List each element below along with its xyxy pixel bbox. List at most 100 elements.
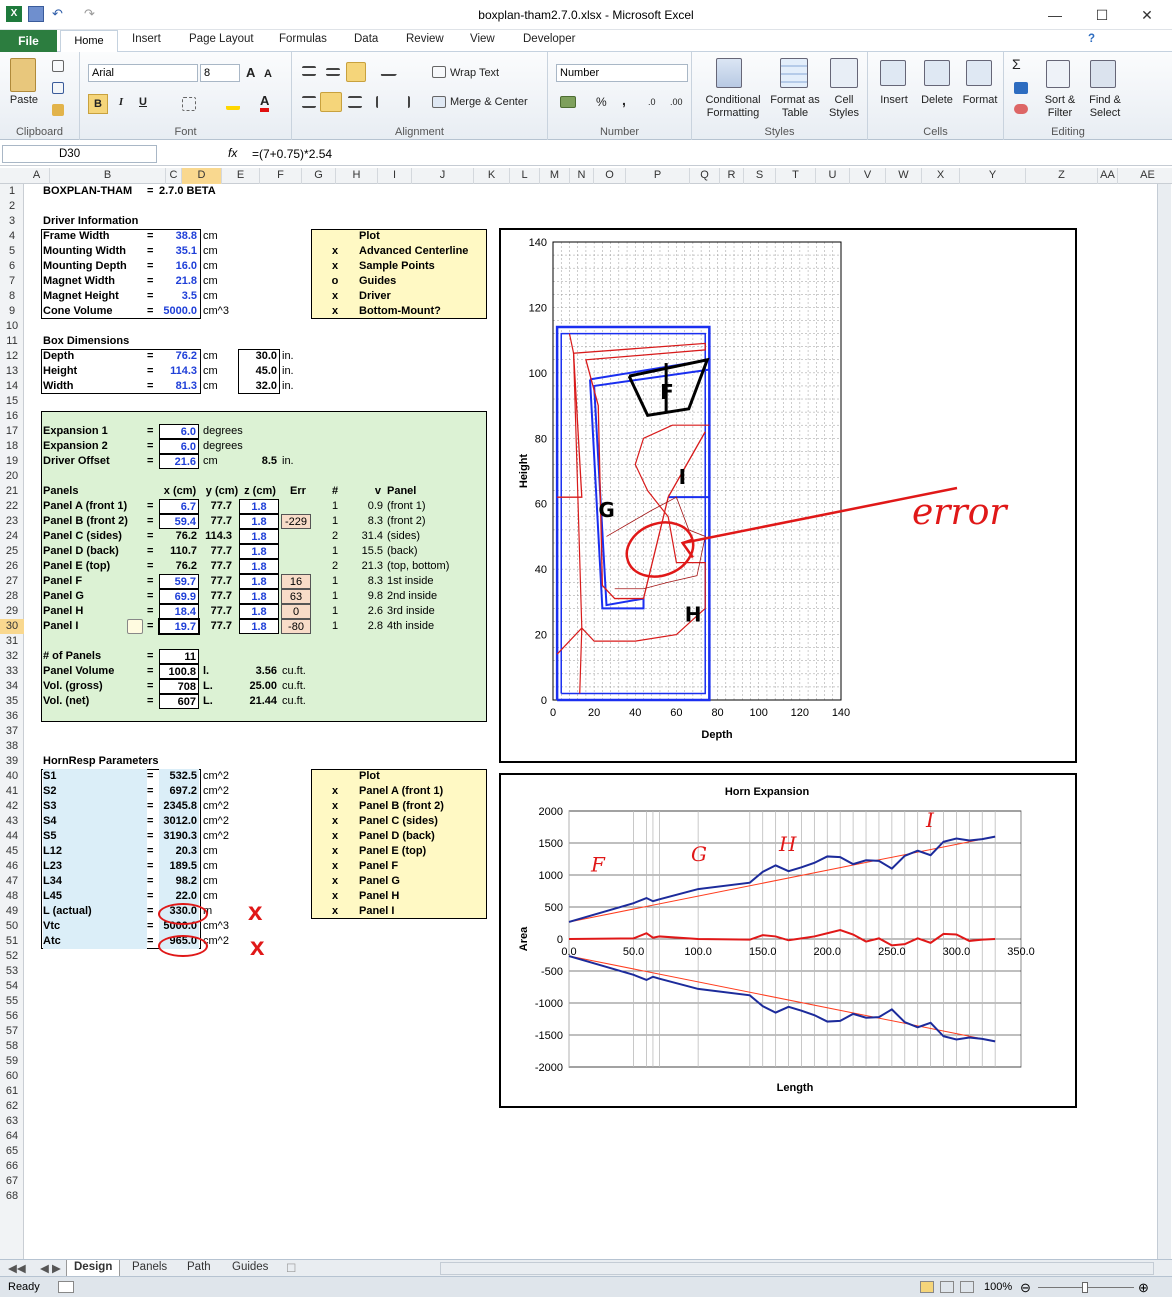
plot2-mark[interactable]: x: [329, 859, 341, 874]
cell-styles-icon[interactable]: [830, 58, 858, 88]
num-header[interactable]: #: [327, 484, 343, 499]
column-header[interactable]: X: [922, 168, 960, 184]
row-header[interactable]: 43: [0, 814, 24, 829]
panel-name[interactable]: (front 2): [387, 514, 477, 529]
tab-home[interactable]: Home: [60, 30, 118, 53]
box-inch-unit[interactable]: in.: [282, 379, 312, 394]
equals-sign[interactable]: =: [147, 559, 157, 574]
horizontal-scrollbar[interactable]: [440, 1262, 1154, 1275]
panel-err[interactable]: 0: [281, 604, 311, 619]
new-sheet-icon[interactable]: ☐: [286, 1261, 296, 1275]
panel-y[interactable]: 77.7: [202, 514, 232, 529]
zoom-slider-thumb[interactable]: [1082, 1282, 1088, 1293]
row-header[interactable]: 9: [0, 304, 24, 319]
clear-icon[interactable]: [1014, 104, 1028, 114]
font-name-select[interactable]: Arial: [88, 64, 198, 82]
equals-sign[interactable]: =: [147, 859, 157, 874]
panel-volume[interactable]: 31.4: [355, 529, 383, 544]
column-header[interactable]: J: [412, 168, 474, 184]
panel-y[interactable]: 114.3: [202, 529, 232, 544]
hornresp-unit[interactable]: cm: [203, 859, 233, 874]
plot1-label[interactable]: Bottom-Mount?: [359, 304, 485, 319]
format-cells-icon[interactable]: [966, 60, 992, 86]
hornresp-label[interactable]: L (actual): [43, 904, 147, 919]
align-center-icon[interactable]: [320, 92, 342, 112]
conditional-formatting-icon[interactable]: [716, 58, 742, 88]
panel-volume[interactable]: 9.8: [355, 589, 383, 604]
driver-value[interactable]: 3.5: [159, 289, 199, 304]
tab-formulas[interactable]: Formulas: [279, 33, 327, 45]
row-header[interactable]: 56: [0, 1009, 24, 1024]
equals-sign[interactable]: =: [147, 229, 157, 244]
row-header[interactable]: 10: [0, 319, 24, 334]
format-as-table-icon[interactable]: [780, 58, 808, 88]
font-size-select[interactable]: 8: [200, 64, 240, 82]
plot2-mark[interactable]: x: [329, 784, 341, 799]
total-value[interactable]: 708: [159, 679, 199, 694]
format-painter-icon[interactable]: [52, 104, 64, 116]
box-value[interactable]: 76.2: [159, 349, 199, 364]
plot1-mark[interactable]: o: [329, 274, 341, 289]
panel-volume[interactable]: 2.8: [355, 619, 383, 634]
equals-sign[interactable]: =: [147, 244, 157, 259]
equals-sign[interactable]: =: [147, 664, 157, 679]
panel-y[interactable]: 77.7: [202, 574, 232, 589]
panel-label[interactable]: Panel E (top): [43, 559, 153, 574]
driver-value[interactable]: 21.8: [159, 274, 199, 289]
equals-sign[interactable]: =: [147, 769, 157, 784]
expansion-value[interactable]: 6.0: [159, 424, 199, 439]
hornresp-unit[interactable]: cm^2: [203, 814, 233, 829]
equals-sign[interactable]: =: [147, 919, 157, 934]
row-header[interactable]: 59: [0, 1054, 24, 1069]
plot2-mark[interactable]: x: [329, 844, 341, 859]
tab-view[interactable]: View: [470, 33, 495, 45]
box-inch-value[interactable]: 45.0: [239, 364, 279, 379]
x-header[interactable]: x (cm): [159, 484, 201, 499]
plot2-mark[interactable]: x: [329, 829, 341, 844]
hornresp-value[interactable]: 22.0: [159, 889, 199, 904]
panel-x[interactable]: 59.4: [159, 514, 199, 529]
box-label[interactable]: Height: [43, 364, 143, 379]
hornresp-unit[interactable]: cm: [203, 889, 233, 904]
merge-center-button[interactable]: Merge & Center: [450, 96, 528, 109]
plot2-label[interactable]: Panel G: [359, 874, 485, 889]
panel-count[interactable]: 1: [327, 589, 343, 604]
driver-unit[interactable]: cm: [203, 289, 237, 304]
driver-value[interactable]: 38.8: [159, 229, 199, 244]
tab-page-layout[interactable]: Page Layout: [189, 33, 254, 45]
row-header[interactable]: 25: [0, 544, 24, 559]
delete-cells-icon[interactable]: [924, 60, 950, 86]
equals-sign[interactable]: =: [147, 574, 157, 589]
total-extra[interactable]: 25.00: [239, 679, 279, 694]
equals-sign[interactable]: =: [147, 814, 157, 829]
equals-sign[interactable]: =: [147, 454, 157, 469]
box-inch-unit[interactable]: in.: [282, 349, 312, 364]
find-select-button[interactable]: Find & Select: [1082, 94, 1128, 120]
row-header[interactable]: 24: [0, 529, 24, 544]
plot2-label[interactable]: Panel B (front 2): [359, 799, 485, 814]
row-header[interactable]: 36: [0, 709, 24, 724]
bold-button[interactable]: B: [88, 94, 108, 114]
column-header[interactable]: S: [744, 168, 776, 184]
column-header[interactable]: I: [378, 168, 412, 184]
row-header[interactable]: 17: [0, 424, 24, 439]
plot1-label[interactable]: Guides: [359, 274, 485, 289]
column-header[interactable]: P: [626, 168, 690, 184]
column-header[interactable]: N: [570, 168, 594, 184]
column-header[interactable]: U: [816, 168, 850, 184]
v-header[interactable]: v: [361, 484, 381, 499]
row-header[interactable]: 23: [0, 514, 24, 529]
panel-name[interactable]: (sides): [387, 529, 477, 544]
row-header[interactable]: 68: [0, 1189, 24, 1204]
panel-label[interactable]: Panel F: [43, 574, 153, 589]
row-header[interactable]: 28: [0, 589, 24, 604]
equals-sign[interactable]: =: [147, 799, 157, 814]
hornresp-value[interactable]: 189.5: [159, 859, 199, 874]
column-header[interactable]: G: [302, 168, 336, 184]
panel-z[interactable]: 1.8: [239, 514, 279, 529]
align-top-icon[interactable]: [302, 66, 316, 76]
box-value[interactable]: 114.3: [159, 364, 199, 379]
plot2-mark[interactable]: x: [329, 874, 341, 889]
panel-label[interactable]: Panel B (front 2): [43, 514, 153, 529]
column-header[interactable]: T: [776, 168, 816, 184]
